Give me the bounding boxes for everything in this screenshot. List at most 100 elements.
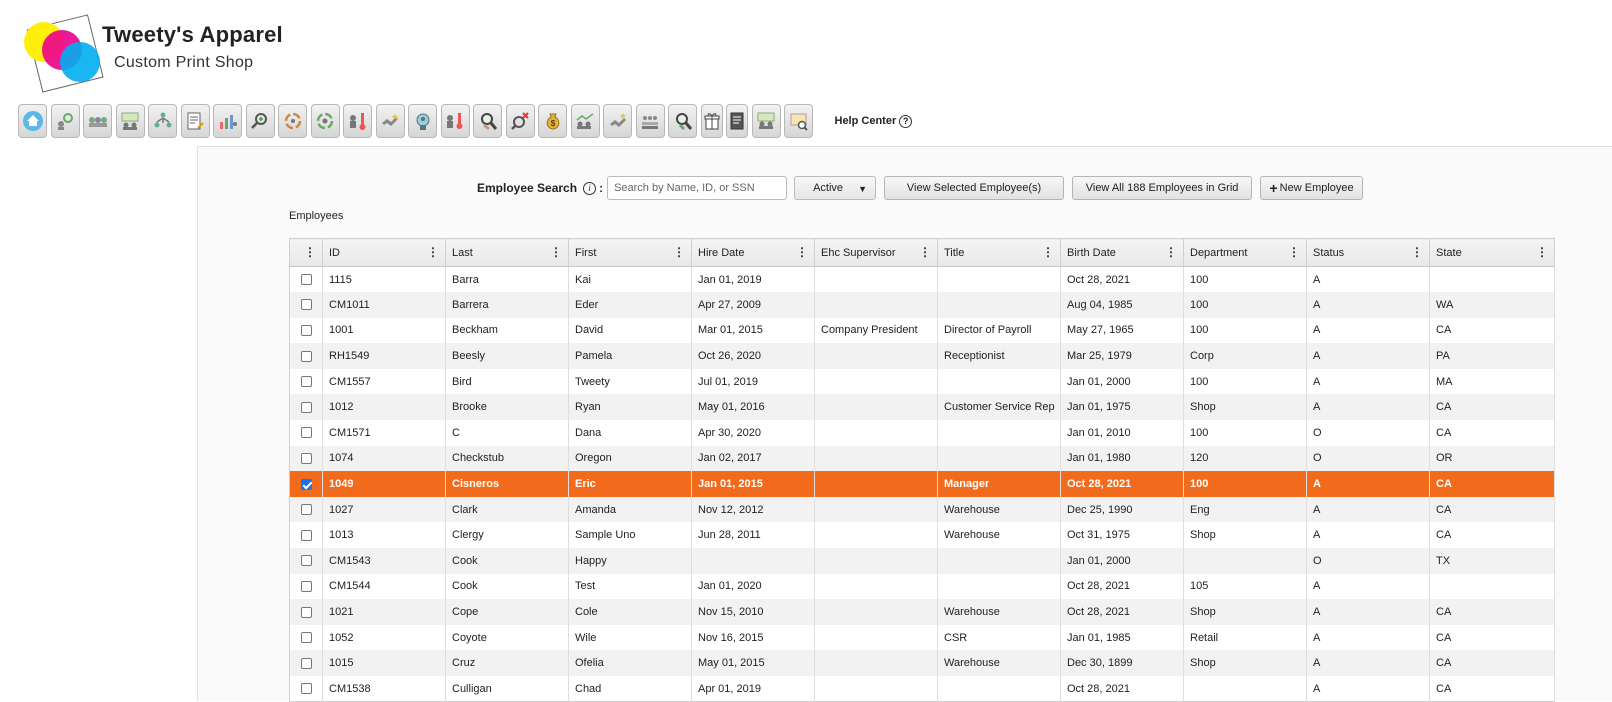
column-header[interactable]: State ⋮: [1429, 238, 1555, 267]
row-checkbox[interactable]: [300, 504, 312, 516]
row-checkbox[interactable]: [300, 427, 312, 439]
column-header[interactable]: First ⋮: [568, 238, 692, 267]
row-checkbox[interactable]: [300, 299, 312, 311]
handshake-icon[interactable]: [375, 104, 405, 138]
column-header[interactable]: Title ⋮: [937, 238, 1061, 267]
document-icon[interactable]: [726, 104, 748, 138]
row-checkbox[interactable]: [300, 401, 312, 413]
row-checkbox[interactable]: [300, 606, 312, 618]
badge-icon[interactable]: [408, 104, 437, 138]
row-checkbox[interactable]: [300, 657, 312, 669]
table-row[interactable]: 1001 Beckham David Mar 01, 2015 Company Pres…: [289, 317, 1555, 344]
money-bag-icon[interactable]: $: [538, 104, 567, 138]
document-edit-icon[interactable]: [180, 104, 210, 138]
view-selected-employees-button[interactable]: View Selected Employee(s): [884, 176, 1065, 200]
table-cell: 100: [1183, 292, 1307, 318]
table-row[interactable]: 1015 Cruz Ofelia May 01, 2015 Warehouse Dec 3…: [289, 650, 1555, 676]
table-row[interactable]: 1013 Clergy Sample Uno Jun 28, 2011 Warehous…: [289, 522, 1555, 549]
table-cell: Jul 01, 2019: [691, 368, 815, 395]
column-menu-icon[interactable]: ⋮: [304, 246, 316, 258]
table-row[interactable]: CM1557 Bird Tweety Jul 01, 2019 Jan 01, 2000…: [289, 368, 1555, 395]
people-chart-icon[interactable]: [570, 104, 600, 138]
search-remove-icon[interactable]: [505, 104, 535, 138]
column-header[interactable]: ID ⋮: [322, 238, 446, 267]
table-row[interactable]: 1027 Clark Amanda Nov 12, 2012 Warehouse Dec …: [289, 496, 1555, 523]
table-row[interactable]: CM1538 Culligan Chad Apr 01, 2019 Oct 28, 20…: [289, 676, 1555, 702]
column-header[interactable]: Hire Date ⋮: [691, 238, 815, 267]
row-select-cell: [289, 676, 323, 702]
table-row[interactable]: CM1544 Cook Test Jan 01, 2020 Oct 28, 2021 10…: [289, 573, 1555, 600]
row-checkbox[interactable]: [300, 529, 312, 541]
row-checkbox[interactable]: [300, 325, 312, 337]
row-select-cell: [289, 599, 323, 625]
employee-search-bar: Employee Search i : Active ▼ View Select…: [477, 176, 1364, 200]
column-menu-icon[interactable]: ⋮: [1411, 246, 1423, 258]
bank-icon[interactable]: [635, 104, 665, 138]
row-checkbox[interactable]: [300, 632, 312, 644]
org-chart-icon[interactable]: [115, 104, 145, 138]
table-cell: [814, 599, 938, 625]
column-menu-icon[interactable]: ⋮: [673, 246, 685, 258]
row-checkbox[interactable]: [300, 350, 312, 362]
row-checkbox[interactable]: [300, 453, 312, 465]
table-row[interactable]: 1049 Cisneros Eric Jan 01, 2015 Manager Oct 2…: [289, 471, 1555, 497]
info-icon[interactable]: i: [583, 181, 597, 195]
gift-icon[interactable]: [700, 104, 723, 138]
cycle-icon[interactable]: [278, 104, 307, 138]
column-menu-icon[interactable]: ⋮: [796, 246, 808, 258]
table-cell: Nov 16, 2015: [691, 624, 815, 651]
people-board-icon[interactable]: [751, 104, 781, 138]
column-header[interactable]: Last ⋮: [445, 238, 569, 267]
view-all-employees-button[interactable]: View All 188 Employees in Grid: [1072, 176, 1253, 200]
table-row[interactable]: 1021 Cope Cole Nov 15, 2010 Warehouse Oct 28,…: [289, 599, 1555, 625]
chart-people-icon[interactable]: [213, 104, 242, 138]
home-icon[interactable]: [18, 104, 47, 138]
cycle-settings-icon[interactable]: [310, 104, 340, 138]
table-cell: 1013: [322, 522, 446, 549]
row-checkbox[interactable]: [300, 581, 312, 593]
table-row[interactable]: 1052 Coyote Wile Nov 16, 2015 CSR Jan 01, 198…: [289, 624, 1555, 651]
column-menu-icon[interactable]: ⋮: [1536, 246, 1548, 258]
table-row[interactable]: CM1571 C Dana Apr 30, 2020 Jan 01, 2010 100 O C…: [289, 420, 1555, 446]
column-menu-icon[interactable]: ⋮: [1042, 246, 1054, 258]
column-header[interactable]: Department ⋮: [1183, 238, 1307, 267]
table-cell: [814, 368, 938, 395]
column-header[interactable]: Ehc Supervisor ⋮: [814, 238, 938, 267]
column-header[interactable]: Status ⋮: [1306, 238, 1430, 267]
row-checkbox[interactable]: [300, 274, 312, 286]
table-row[interactable]: 1074 Checkstub Oregon Jan 02, 2017 Jan 01, 1…: [289, 445, 1555, 472]
search-add-icon[interactable]: [245, 104, 275, 138]
table-cell: RH1549: [322, 343, 446, 369]
column-menu-icon[interactable]: ⋮: [550, 246, 562, 258]
status-filter-select[interactable]: Active ▼: [794, 176, 877, 200]
column-menu-icon[interactable]: ⋮: [1288, 246, 1300, 258]
settings-people-icon[interactable]: [50, 104, 80, 138]
row-checkbox[interactable]: [300, 478, 312, 490]
table-cell: Test: [568, 573, 692, 600]
handshake-up-icon[interactable]: [603, 104, 632, 138]
table-row[interactable]: CM1543 Cook Happy Jan 01, 2000 O TX: [289, 548, 1555, 574]
row-checkbox[interactable]: [300, 683, 312, 695]
brand-logo[interactable]: Tweety's Apparel Custom Print Shop: [22, 12, 312, 94]
table-row[interactable]: 1012 Brooke Ryan May 01, 2016 Customer Servi…: [289, 394, 1555, 421]
row-checkbox[interactable]: [300, 376, 312, 388]
column-menu-icon[interactable]: ⋮: [1165, 246, 1177, 258]
select-column-header[interactable]: ⋮: [289, 238, 323, 267]
table-row[interactable]: RH1549 Beesly Pamela Oct 26, 2020 Receptioni…: [289, 343, 1555, 369]
table-row[interactable]: 1115 Barra Kai Jan 01, 2019 Oct 28, 2021 100 A: [289, 266, 1555, 293]
thermometer-hand-icon[interactable]: [440, 104, 470, 138]
table-row[interactable]: CM1011 Barrera Eder Apr 27, 2009 Aug 04, 198…: [289, 292, 1555, 318]
hierarchy-icon[interactable]: [148, 104, 177, 138]
people-group-icon[interactable]: [83, 104, 112, 138]
row-checkbox[interactable]: [300, 555, 312, 567]
column-header[interactable]: Birth Date ⋮: [1060, 238, 1184, 267]
search-hand-icon[interactable]: [473, 104, 502, 138]
new-employee-button[interactable]: + New Employee: [1260, 176, 1364, 200]
column-menu-icon[interactable]: ⋮: [919, 246, 931, 258]
thermometer-icon[interactable]: [343, 104, 372, 138]
column-menu-icon[interactable]: ⋮: [427, 246, 439, 258]
search-gear-icon[interactable]: [668, 104, 697, 138]
employee-search-input[interactable]: [607, 176, 788, 200]
help-center-link[interactable]: Help Center ?: [835, 114, 913, 128]
certificate-icon[interactable]: [784, 104, 813, 138]
